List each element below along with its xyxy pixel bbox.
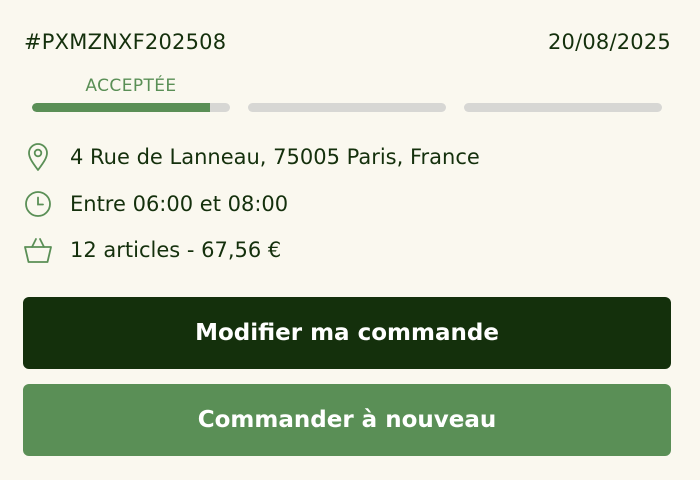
summary-row: 12 articles - 67,56 €: [23, 235, 281, 265]
progress-step-1: [32, 103, 230, 112]
summary-text: 12 articles - 67,56 €: [70, 238, 282, 262]
modify-order-label: Modifier ma commande: [195, 320, 499, 346]
order-header: #PXMZNXF202508 20/08/2025: [24, 30, 671, 54]
order-reference: #PXMZNXF202508: [24, 30, 227, 54]
time-slot-text: Entre 06:00 et 08:00: [70, 192, 289, 216]
location-pin-icon: [23, 142, 53, 172]
order-date: 20/08/2025: [547, 30, 671, 54]
progress-step-3: [464, 103, 662, 112]
progress-step-1-fill: [32, 103, 211, 112]
reorder-label: Commander à nouveau: [197, 407, 497, 433]
status-label: ACCEPTÉE: [85, 76, 177, 96]
time-slot-row: Entre 06:00 et 08:00: [23, 189, 288, 219]
address-row: 4 Rue de Lanneau, 75005 Paris, France: [23, 142, 480, 172]
basket-icon: [23, 235, 53, 265]
clock-icon: [23, 189, 53, 219]
reorder-button[interactable]: Commander à nouveau: [23, 384, 671, 456]
progress-step-2: [248, 103, 446, 112]
modify-order-button[interactable]: Modifier ma commande: [23, 297, 671, 369]
order-card: #PXMZNXF202508 20/08/2025 ACCEPTÉE 4 Rue…: [0, 0, 700, 480]
address-text: 4 Rue de Lanneau, 75005 Paris, France: [70, 145, 480, 169]
status-progress: [32, 103, 662, 112]
